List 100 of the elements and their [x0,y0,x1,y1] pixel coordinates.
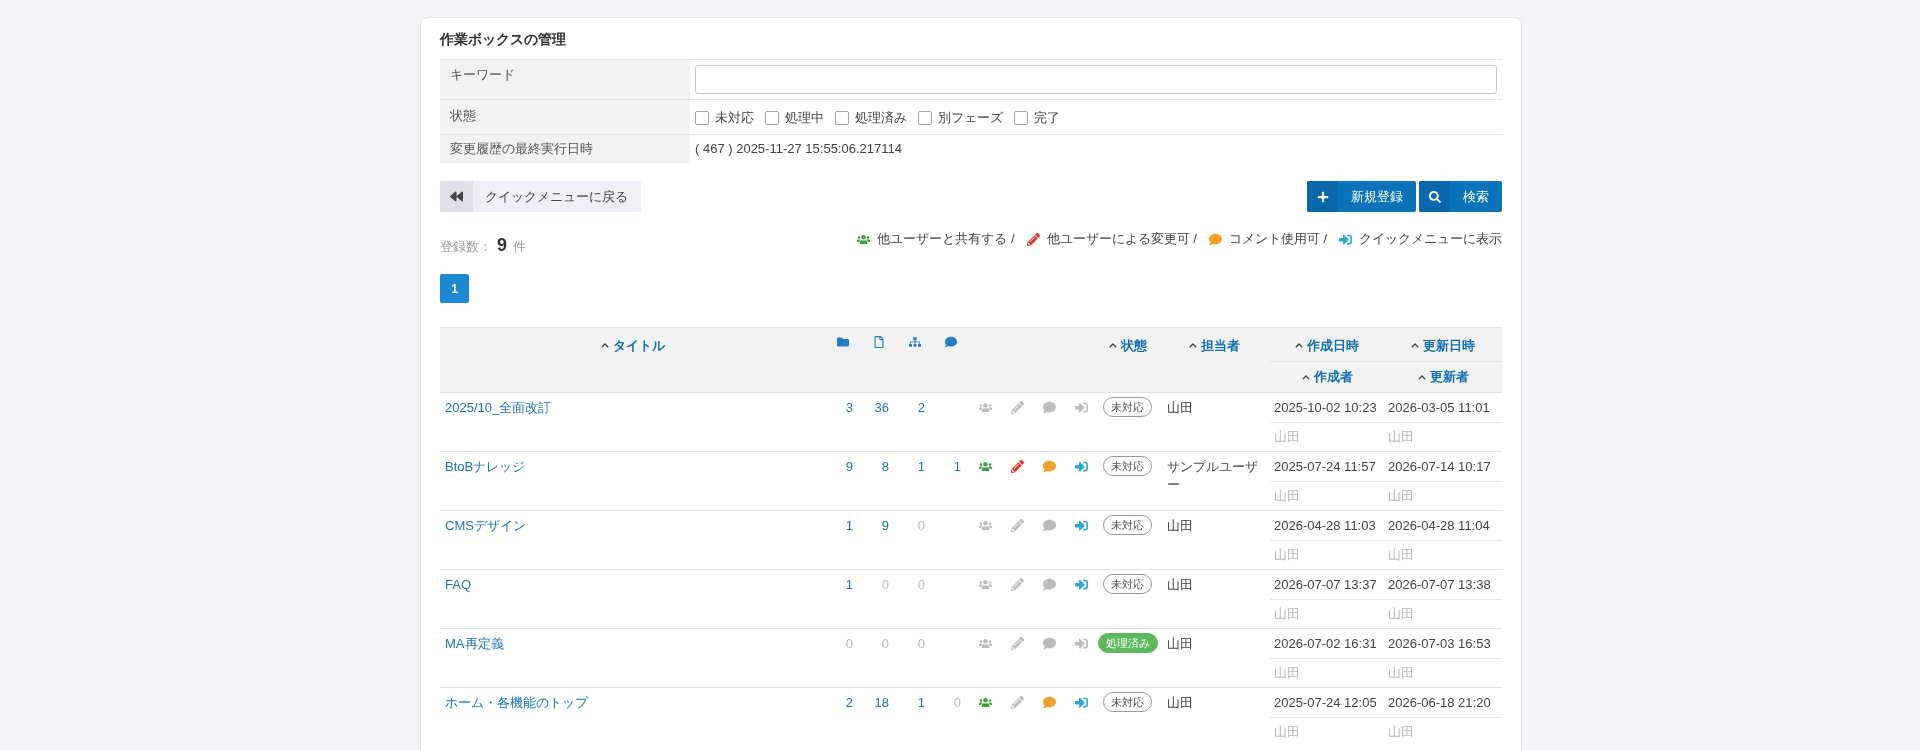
form-label: 変更履歴の最終実行日時 [440,135,690,163]
title-link[interactable]: BtoBナレッジ [444,459,526,474]
created-date: 2026-07-07 13:37 [1274,577,1377,592]
count-link[interactable]: 1 [845,577,857,592]
count-text: 0 [881,636,890,651]
assignee-name: 山田 [1166,517,1194,535]
count-text: 0 [917,636,926,651]
checkbox-label[interactable]: 処理済み [855,109,907,127]
created-date: 2025-07-24 12:05 [1274,695,1377,710]
rewind-icon [440,181,473,212]
creator-name: 山田 [1274,488,1300,503]
chevron-up-icon [1301,374,1310,380]
updater-name: 山田 [1388,488,1414,503]
assignee-name: 山田 [1166,399,1194,417]
chevron-up-icon [600,343,609,348]
assignee-name: 山田 [1166,694,1194,712]
status-badge: 未対応 [1103,692,1152,712]
creator-name: 山田 [1274,429,1300,444]
sort-link[interactable]: タイトル [600,336,665,355]
assignee-name: 山田 [1166,635,1194,653]
count-text: 0 [917,518,926,533]
sort-link[interactable]: 担当者 [1188,336,1240,355]
chevron-up-icon [1417,374,1426,380]
count-link[interactable]: 36 [874,400,893,415]
count-link[interactable]: 9 [845,459,857,474]
sort-link[interactable]: 更新日時 [1411,336,1475,355]
back-button[interactable]: クイックメニューに戻る [440,181,641,212]
title-link[interactable]: FAQ [444,577,471,592]
new-button[interactable]: 新規登録 [1307,181,1416,212]
sort-link[interactable]: 作成日時 [1295,336,1359,355]
updater-name: 山田 [1388,724,1414,739]
count-link[interactable]: 2 [917,400,929,415]
form-label: キーワード [440,60,690,99]
status-badge: 未対応 [1103,574,1152,594]
title-link[interactable]: ホーム・各機能のトップ [444,695,588,710]
sort-link[interactable]: 状態 [1108,336,1147,355]
sort-link[interactable]: 更新者 [1417,368,1469,386]
assignee-name: 山田 [1166,576,1194,594]
created-date: 2025-10-02 10:23 [1274,400,1377,415]
count-link[interactable]: 3 [845,400,857,415]
title-link[interactable]: 2025/10_全面改訂 [444,400,552,415]
legend-text: 他ユーザーと共有する / [877,230,1015,248]
search-icon [1419,181,1450,212]
creator-name: 山田 [1274,606,1300,621]
checkbox[interactable] [835,111,849,125]
creator-name: 山田 [1274,547,1300,562]
created-date: 2025-07-24 11:57 [1274,459,1376,474]
checkbox[interactable] [918,111,932,125]
count-link[interactable]: 1 [845,518,857,533]
keyword-input[interactable] [695,65,1497,94]
count-link[interactable]: 1 [917,459,929,474]
count-link[interactable]: 9 [881,518,893,533]
checkbox-label[interactable]: 処理中 [785,109,824,127]
users-icon [857,232,871,246]
pencil-icon [1026,232,1040,246]
count-text: 0 [845,636,854,651]
count-text: 0 [881,577,890,592]
title-link[interactable]: MA再定義 [444,636,504,651]
title-link[interactable]: CMSデザイン [444,518,526,533]
checkbox[interactable] [765,111,779,125]
chevron-up-icon [1188,343,1197,348]
count-link[interactable]: 18 [874,695,893,710]
last-run-value: ( 467 ) 2025-11-27 15:55:06.217114 [695,140,902,158]
count-value: 9 [497,234,507,257]
status-badge: 処理済み [1097,633,1158,653]
updated-date: 2026-03-05 11:01 [1388,400,1490,415]
form-label: 状態 [440,100,690,134]
count-link[interactable]: 1 [953,459,965,474]
created-date: 2026-07-02 16:31 [1274,636,1377,651]
checkbox[interactable] [695,111,709,125]
checkbox-label[interactable]: 完了 [1034,109,1060,127]
checkbox[interactable] [1014,111,1028,125]
count-text: 0 [917,577,926,592]
count-text: 0 [953,695,962,710]
count-link[interactable]: 1 [917,695,929,710]
search-button[interactable]: 検索 [1419,181,1502,212]
speech-bubble-icon [945,336,957,348]
updater-name: 山田 [1388,606,1414,621]
created-date: 2026-04-28 11:03 [1274,518,1376,533]
file-icon [873,336,885,348]
count-link[interactable]: 8 [881,459,893,474]
page-title: 作業ボックスの管理 [440,30,567,49]
creator-name: 山田 [1274,724,1300,739]
plus-icon [1307,181,1338,212]
updater-name: 山田 [1388,429,1414,444]
legend-text: コメント使用可 / [1228,230,1327,248]
updated-date: 2026-07-03 16:53 [1388,636,1491,651]
updated-date: 2026-07-07 13:38 [1388,577,1491,592]
page-button[interactable]: 1 [440,274,469,303]
count-unit: 件 [513,238,526,256]
count-link[interactable]: 2 [845,695,857,710]
sort-link[interactable]: 作成者 [1301,368,1353,386]
folder-icon [837,336,849,348]
checkbox-label[interactable]: 別フェーズ [938,109,1003,127]
legend-text: クイックメニューに表示 [1359,230,1502,248]
status-badge: 未対応 [1103,397,1152,417]
updated-date: 2026-06-18 21:20 [1388,695,1491,710]
legend-text: 他ユーザーによる変更可 / [1046,230,1197,248]
checkbox-label[interactable]: 未対応 [715,109,754,127]
status-badge: 未対応 [1103,456,1152,476]
